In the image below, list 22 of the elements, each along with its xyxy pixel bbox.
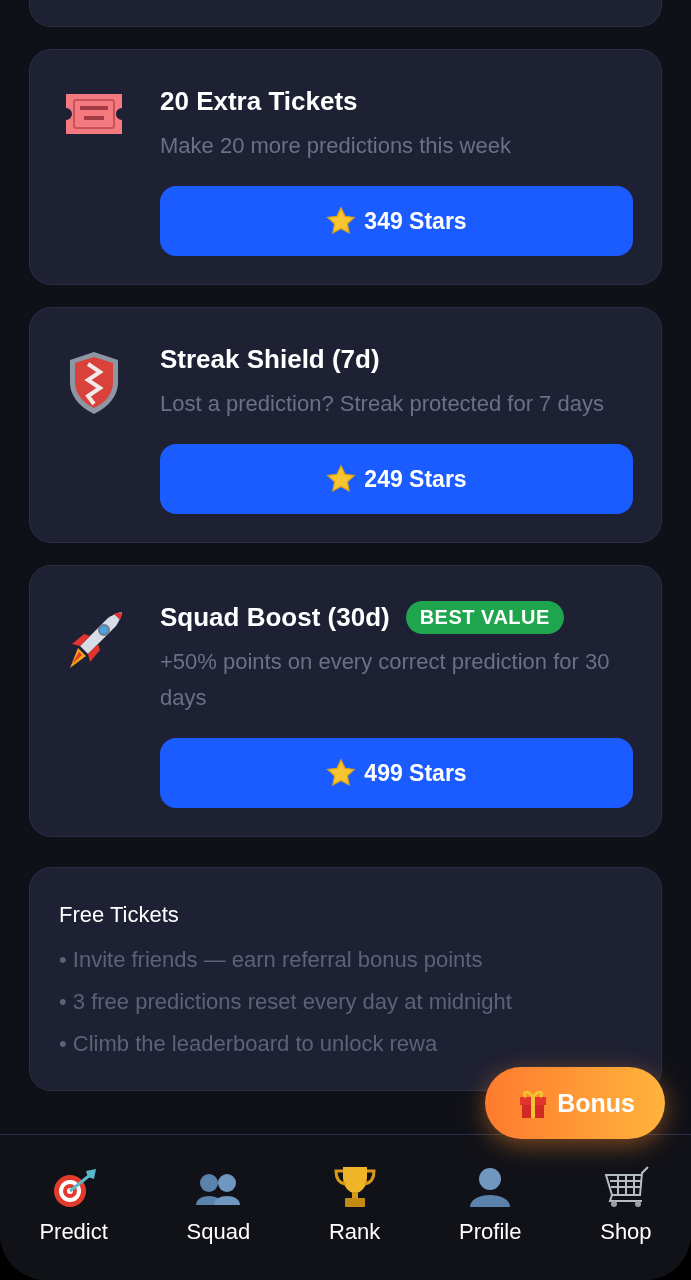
- buy-button[interactable]: 349 Stars: [160, 186, 633, 256]
- star-icon: [326, 758, 357, 788]
- product-description: +50% points on every correct prediction for 30 days: [160, 648, 611, 712]
- star-icon: [326, 464, 357, 494]
- nav-tab[interactable]: Profile: [453, 1165, 528, 1255]
- section-title: Free Tickets: [59, 901, 180, 929]
- bullet-item: • 3 free predictions reset every day at midnight: [59, 988, 513, 1016]
- nav-tab[interactable]: Squad: [180, 1165, 257, 1255]
- bullet-item: • Invite friends — earn referral bonus points: [59, 946, 484, 974]
- product-title: Streak Shield (7d): [160, 343, 380, 376]
- buy-button[interactable]: 249 Stars: [160, 444, 633, 514]
- product-title: 20 Extra Tickets: [160, 85, 358, 118]
- product-description: Make 20 more predictions this week: [160, 132, 512, 160]
- nav-tab[interactable]: Predict: [33, 1165, 114, 1255]
- nav-tab[interactable]: Shop: [594, 1165, 658, 1255]
- bullet-item: • Climb the leaderboard to unlock rewa: [59, 1030, 439, 1058]
- nav-tab[interactable]: Rank: [323, 1165, 387, 1255]
- star-icon: [326, 206, 357, 236]
- buy-button[interactable]: 499 Stars: [160, 738, 633, 808]
- product-description: Lost a prediction? Streak protected for 7 days: [160, 390, 605, 418]
- product-title: Squad Boost (30d): [160, 601, 390, 634]
- best-value-badge: BEST VALUE: [405, 600, 564, 634]
